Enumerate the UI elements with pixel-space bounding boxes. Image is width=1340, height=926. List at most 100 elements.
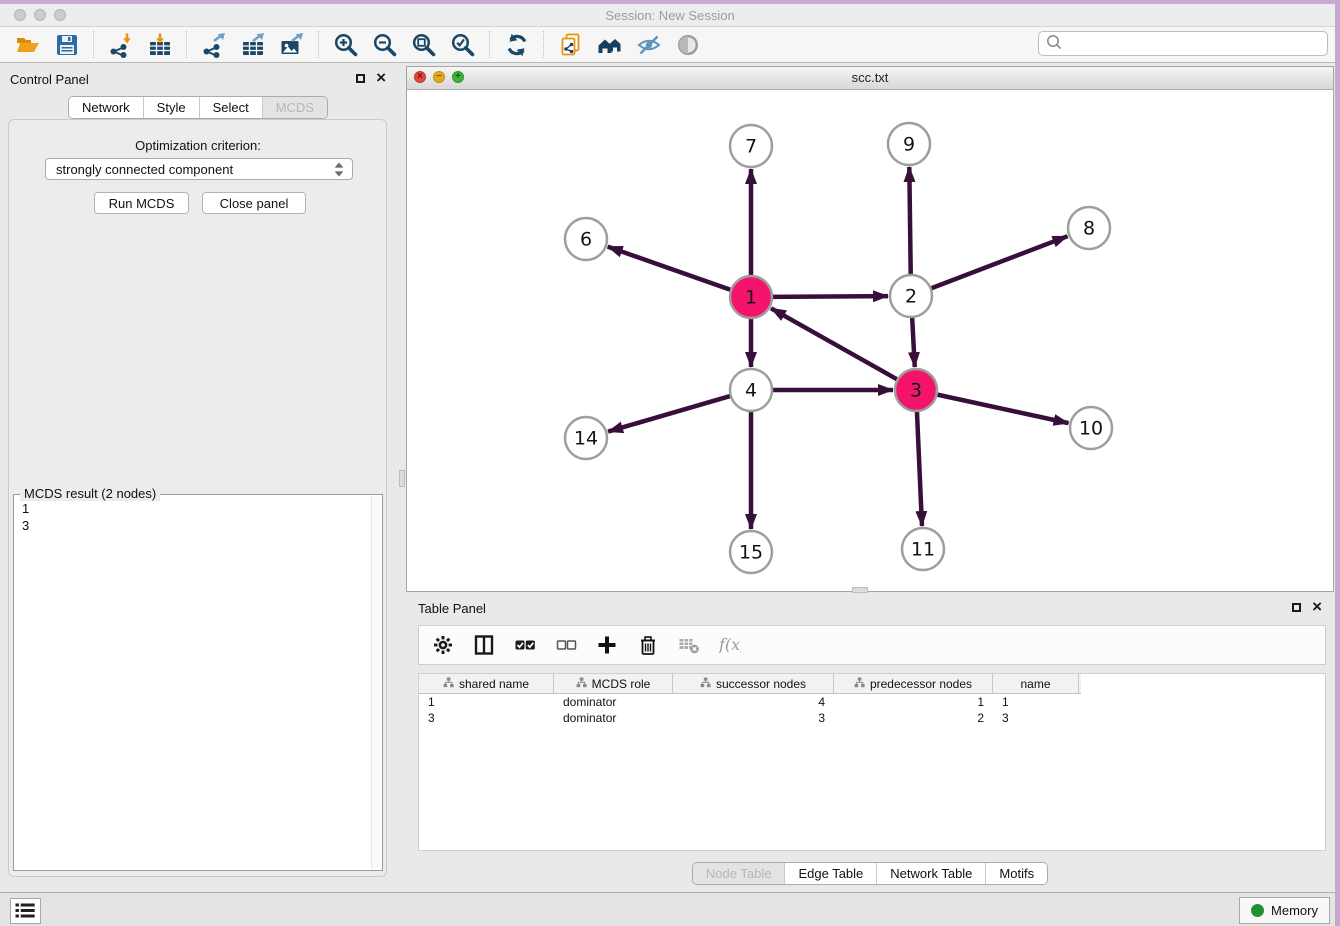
edge-3-1[interactable]	[771, 308, 899, 380]
svg-text:9: 9	[903, 134, 915, 156]
column-header-successor-nodes[interactable]: successor nodes	[673, 674, 834, 694]
edge-2-3[interactable]	[912, 316, 915, 367]
table-cell[interactable]: dominator	[554, 711, 673, 725]
table-cell[interactable]: 3	[419, 711, 554, 725]
table-row[interactable]: 3dominator323	[419, 710, 1325, 726]
node-1[interactable]: 1	[730, 276, 772, 318]
table-cell[interactable]: 1	[993, 695, 1079, 709]
zoom-selected-button[interactable]	[446, 30, 479, 60]
criterion-dropdown[interactable]: strongly connected component	[45, 158, 353, 180]
tab-network[interactable]: Network	[69, 97, 143, 118]
svg-text:6: 6	[580, 229, 592, 251]
splitter-handle-vertical[interactable]	[399, 470, 405, 487]
float-panel-icon[interactable]	[356, 74, 365, 83]
edge-3-11[interactable]	[917, 410, 922, 526]
export-table-button[interactable]	[236, 30, 269, 60]
export-image-button[interactable]	[275, 30, 308, 60]
save-session-button[interactable]	[50, 30, 83, 60]
tab-style[interactable]: Style	[143, 97, 199, 118]
clone-network-button[interactable]	[554, 30, 587, 60]
network-window-titlebar[interactable]: × − + scc.txt	[407, 67, 1333, 90]
unselect-all-button[interactable]	[553, 632, 579, 658]
svg-text:8: 8	[1083, 218, 1095, 240]
table-cell[interactable]: 1	[419, 695, 554, 709]
edge-2-8[interactable]	[930, 236, 1068, 289]
add-row-button[interactable]	[594, 632, 620, 658]
search-box[interactable]	[1038, 31, 1328, 56]
tab-mcds[interactable]: MCDS	[262, 97, 327, 118]
svg-text:15: 15	[739, 542, 763, 564]
node-8[interactable]: 8	[1068, 207, 1110, 249]
search-input[interactable]	[1062, 34, 1327, 54]
edge-3-10[interactable]	[936, 394, 1069, 423]
zoom-selected-icon	[450, 32, 476, 58]
memory-button[interactable]: Memory	[1239, 897, 1330, 924]
import-network-button[interactable]	[104, 30, 137, 60]
svg-text:7: 7	[745, 136, 757, 158]
toolbar-separator	[543, 31, 544, 58]
column-header-predecessor-nodes[interactable]: predecessor nodes	[834, 674, 993, 694]
column-header-MCDS-role[interactable]: MCDS role	[554, 674, 673, 694]
tab-motifs[interactable]: Motifs	[985, 863, 1047, 884]
close-panel-icon[interactable]: ×	[376, 73, 386, 83]
export-table-icon	[240, 32, 266, 58]
node-3[interactable]: 3	[895, 369, 937, 411]
select-all-button[interactable]	[512, 632, 538, 658]
tab-select[interactable]: Select	[199, 97, 262, 118]
control-panel: Control Panel × NetworkStyleSelectMCDS O…	[0, 63, 396, 892]
edge-2-9[interactable]	[909, 167, 910, 276]
node-6[interactable]: 6	[565, 218, 607, 260]
table-cell[interactable]: 3	[993, 711, 1079, 725]
edge-1-6[interactable]	[608, 247, 732, 291]
column-header-shared-name[interactable]: shared name	[419, 674, 554, 694]
home-button[interactable]	[593, 30, 626, 60]
table-cell[interactable]: 2	[834, 711, 993, 725]
table-cell[interactable]: 3	[673, 711, 834, 725]
import-table-button[interactable]	[143, 30, 176, 60]
node-2[interactable]: 2	[890, 275, 932, 317]
node-7[interactable]: 7	[730, 125, 772, 167]
zoom-fit-button[interactable]	[407, 30, 440, 60]
float-table-panel-icon[interactable]	[1292, 603, 1301, 612]
mcds-result-text[interactable]: 13	[14, 495, 372, 870]
settings-button[interactable]	[430, 632, 456, 658]
export-network-button[interactable]	[197, 30, 230, 60]
memory-button-label: Memory	[1271, 903, 1318, 918]
table-cell[interactable]: dominator	[554, 695, 673, 709]
hide-graphics-details-button[interactable]	[632, 30, 665, 60]
show-graphics-details-button[interactable]	[671, 30, 704, 60]
zoom-out-button[interactable]	[368, 30, 401, 60]
refresh-icon	[504, 32, 530, 58]
run-mcds-button[interactable]: Run MCDS	[94, 192, 189, 214]
task-history-button[interactable]	[10, 898, 41, 924]
table-cell[interactable]: 4	[673, 695, 834, 709]
splitter-handle-horizontal[interactable]	[852, 587, 868, 593]
table-cell[interactable]: 1	[834, 695, 993, 709]
node-15[interactable]: 15	[730, 531, 772, 573]
node-4[interactable]: 4	[730, 369, 772, 411]
edge-4-14[interactable]	[608, 396, 732, 432]
table-row[interactable]: 1dominator411	[419, 694, 1325, 710]
close-table-panel-icon[interactable]: ×	[1312, 602, 1322, 612]
edge-1-2[interactable]	[771, 296, 888, 297]
function-builder-button[interactable]: f(x)	[717, 632, 743, 658]
show-columns-button[interactable]	[471, 632, 497, 658]
node-10[interactable]: 10	[1070, 407, 1112, 449]
delete-row-button[interactable]	[635, 632, 661, 658]
network-canvas[interactable]: 7 9 6 8 1 2 4 3 14 10 15 11	[407, 89, 1333, 591]
close-panel-button[interactable]: Close panel	[202, 192, 306, 214]
toolbar-separator	[186, 31, 187, 58]
node-14[interactable]: 14	[565, 417, 607, 459]
tab-network-table[interactable]: Network Table	[876, 863, 985, 884]
mcds-result-scrollbar[interactable]	[371, 496, 381, 869]
delete-table-button[interactable]	[676, 632, 702, 658]
zoom-in-button[interactable]	[329, 30, 362, 60]
column-header-name[interactable]: name	[993, 674, 1079, 694]
node-11[interactable]: 11	[902, 528, 944, 570]
tab-node-table[interactable]: Node Table	[693, 863, 785, 884]
refresh-button[interactable]	[500, 30, 533, 60]
tab-edge-table[interactable]: Edge Table	[784, 863, 876, 884]
open-session-button[interactable]	[11, 30, 44, 60]
svg-text:f(x): f(x)	[719, 635, 741, 654]
node-9[interactable]: 9	[888, 123, 930, 165]
